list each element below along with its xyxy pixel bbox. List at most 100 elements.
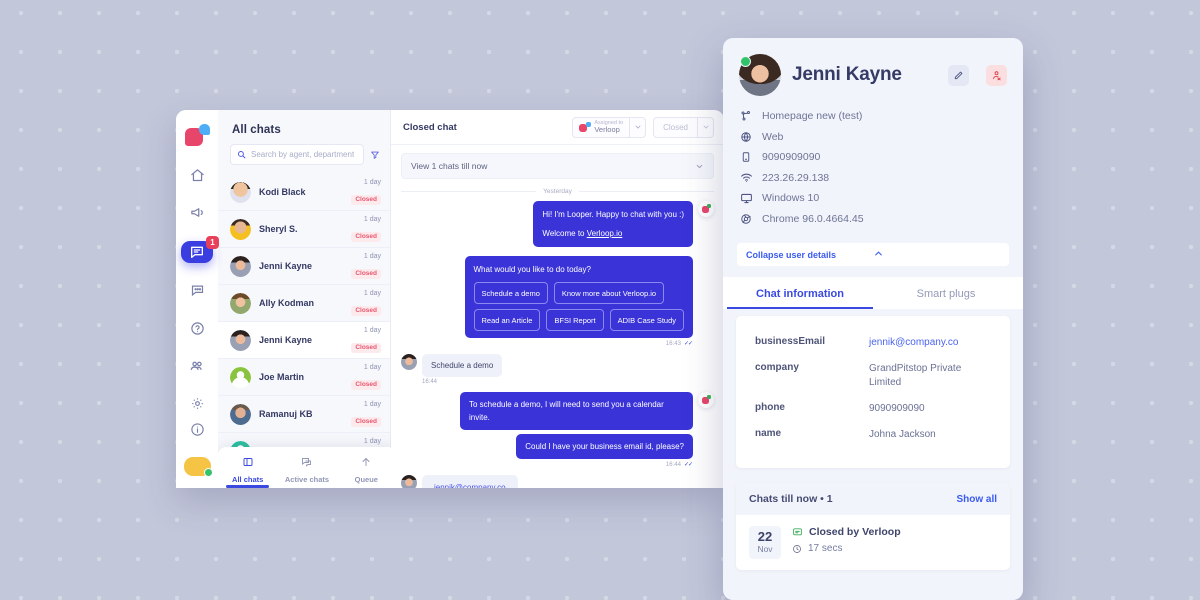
info-key: businessEmail	[755, 336, 826, 347]
quick-reply-button[interactable]: BFSI Report	[546, 309, 604, 331]
message-row: Could I have your business email id, ple…	[401, 434, 714, 459]
chevron-down-icon	[696, 164, 703, 168]
tab-active-chats[interactable]: Active chats	[277, 455, 336, 484]
gear-icon[interactable]	[183, 394, 211, 414]
chat-history-row[interactable]: 22 Nov Closed by Verloop 17 secs	[736, 515, 1010, 570]
chat-rows: Kodi Black 1 day Closed Sheryl S. 1 day Cl…	[218, 174, 390, 488]
list-item[interactable]: Jenni Kayne 1 day Closed	[218, 248, 390, 285]
message-bubble: jennik@company.co	[422, 475, 518, 488]
view-history-label: View 1 chats till now	[411, 161, 488, 171]
attribute-value: Homepage new (test)	[762, 110, 863, 123]
quick-reply-row: Schedule a demo Know more about Verloop.…	[473, 282, 685, 304]
filter-icon[interactable]	[370, 150, 380, 160]
details-header: Jenni Kayne Homepage new (test) Web 9090…	[723, 38, 1023, 235]
day-separator: Yesterday	[401, 188, 715, 195]
list-item-time: 1 day	[363, 253, 381, 260]
list-item-name: Sheryl S.	[259, 224, 298, 234]
page-title: Jenni Kayne	[792, 64, 902, 85]
attribute-row: Chrome 96.0.4664.45	[739, 209, 1007, 230]
list-item-name: Ramanuj KB	[259, 409, 313, 419]
wifi-icon	[739, 171, 753, 184]
avatar	[401, 354, 417, 370]
help-icon[interactable]	[183, 319, 211, 339]
clock-icon	[792, 544, 802, 554]
tab-label: Active chats	[284, 474, 330, 484]
list-item[interactable]: Ally Kodman 1 day Closed	[218, 285, 390, 322]
info-key: phone	[755, 402, 785, 413]
read-receipt-icon: ✓✓	[683, 341, 693, 347]
avatar	[230, 366, 251, 388]
chevron-up-icon	[873, 248, 1000, 261]
view-history-bar[interactable]: View 1 chats till now	[401, 153, 714, 179]
show-all-link[interactable]: Show all	[956, 494, 997, 505]
conversation-panel: Closed chat Assigned to Verloop Closed V…	[391, 110, 724, 488]
bot-avatar	[698, 392, 714, 408]
status-badge: Closed	[351, 416, 381, 427]
info-row: company GrandPitstop Private Limited	[741, 356, 1005, 396]
tab-chat-information[interactable]: Chat information	[727, 277, 873, 309]
message-list: Yesterday Hi! I'm Looper. Happy to chat …	[391, 179, 724, 488]
info-key: name	[755, 428, 782, 439]
message-dots-icon[interactable]	[183, 281, 211, 301]
list-item[interactable]: Sheryl S. 1 day Closed	[218, 211, 390, 248]
quick-reply-button[interactable]: Read an Article	[473, 309, 541, 331]
message-row: To schedule a demo, I will need to send …	[401, 392, 714, 430]
list-item[interactable]: Joe Martin 1 day Closed	[218, 359, 390, 396]
message-timestamp: 16:44	[422, 379, 438, 385]
assigned-to-dropdown[interactable]: Assigned to Verloop	[572, 116, 647, 138]
megaphone-icon[interactable]	[183, 203, 211, 223]
chat-history-duration: 17 secs	[792, 543, 901, 554]
avatar	[739, 54, 781, 96]
list-item[interactable]: Ramanuj KB 1 day Closed	[218, 396, 390, 433]
list-item[interactable]: Kodi Black 1 day Closed	[218, 174, 390, 211]
list-item-time: 1 day	[363, 401, 381, 408]
status-badge: Closed	[351, 268, 381, 279]
status-value: Closed	[663, 122, 688, 132]
list-item-name: Joe Martin	[259, 372, 305, 382]
user-details-panel: Jenni Kayne Homepage new (test) Web 9090…	[723, 38, 1023, 600]
message-bubble: To schedule a demo, I will need to send …	[460, 392, 693, 430]
message-link[interactable]: Verloop.io	[587, 229, 623, 238]
search-icon	[238, 151, 246, 159]
search-placeholder: Search by agent, department	[251, 150, 355, 159]
message-timestamp: 16:43 ✓✓	[665, 340, 693, 348]
attribute-value: 9090909090	[762, 151, 821, 164]
app-window: 1 All chats Search by agent, department …	[176, 110, 724, 488]
quick-reply-button[interactable]: Schedule a demo	[473, 282, 548, 304]
attribute-row: Homepage new (test)	[739, 106, 1007, 127]
quick-reply-button[interactable]: Know more about Verloop.io	[553, 282, 665, 304]
tab-queue[interactable]: Queue	[337, 455, 396, 484]
info-row: businessEmail jennik@company.co	[741, 330, 1005, 356]
avatar	[230, 255, 251, 277]
arrow-up-icon	[362, 457, 370, 466]
chats-badge: 1	[206, 235, 219, 249]
info-row: name Johna Jackson	[741, 422, 1005, 448]
online-indicator	[740, 56, 751, 67]
quick-reply-button[interactable]: ADIB Case Study	[609, 309, 684, 331]
home-icon[interactable]	[183, 165, 211, 185]
info-icon[interactable]	[183, 419, 211, 439]
conversation-title: Closed chat	[403, 121, 457, 133]
sidebar-item-chats[interactable]: 1	[181, 235, 219, 264]
list-item-name: Jenni Kayne	[259, 261, 313, 271]
user-avatar[interactable]	[183, 457, 213, 477]
pencil-icon[interactable]	[948, 64, 969, 86]
list-item-time: 1 day	[363, 438, 381, 445]
message-row: What would you like to do today? Schedul…	[401, 251, 714, 338]
info-value[interactable]: jennik@company.co	[869, 336, 991, 350]
status-dropdown[interactable]: Closed	[653, 116, 714, 138]
quick-reply-row: Read an Article BFSI Report ADIB Case St…	[473, 309, 684, 331]
list-item[interactable]: Jenni Kayne 1 day Closed	[218, 322, 390, 359]
search-row: Search by agent, department	[218, 144, 390, 174]
conversation-header: Closed chat Assigned to Verloop Closed	[391, 110, 724, 145]
tab-smart-plugs[interactable]: Smart plugs	[873, 277, 1019, 309]
tab-all-chats[interactable]: All chats	[218, 455, 277, 488]
monitor-icon	[739, 192, 753, 205]
block-user-icon[interactable]	[986, 64, 1007, 86]
search-input[interactable]: Search by agent, department	[230, 144, 364, 165]
people-icon[interactable]	[183, 356, 211, 376]
collapse-user-details-button[interactable]: Collapse user details	[737, 243, 1009, 266]
chats-card-header: Chats till now • 1 Show all	[736, 483, 1010, 515]
info-value: Johna Jackson	[869, 429, 936, 440]
avatar	[230, 181, 251, 203]
